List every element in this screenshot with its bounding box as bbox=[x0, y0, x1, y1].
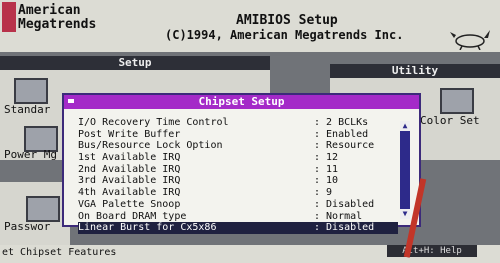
setting-row[interactable]: 1st Available IRQ : 12 bbox=[78, 152, 398, 164]
status-text: et Chipset Features bbox=[2, 247, 117, 258]
standard-setup-icon[interactable] bbox=[14, 78, 48, 104]
setting-value[interactable]: : 12 bbox=[314, 152, 338, 164]
setting-row[interactable]: I/O Recovery Time Control : 2 BCLKs bbox=[78, 117, 398, 129]
color-set-label[interactable]: Color Set bbox=[420, 114, 480, 127]
utility-panel-title: Utility bbox=[330, 64, 500, 78]
setting-row[interactable]: Post Write Buffer : Enabled bbox=[78, 129, 398, 141]
security-panel: Passwor bbox=[0, 182, 70, 246]
dialog-title: Chipset Setup bbox=[198, 95, 285, 108]
setting-row[interactable]: Linear Burst for Cx5x86 : Disabled bbox=[78, 222, 398, 234]
setting-value[interactable]: : Normal bbox=[314, 211, 362, 223]
setting-row[interactable]: 3rd Available IRQ : 10 bbox=[78, 175, 398, 187]
setting-label: VGA Palette Snoop bbox=[78, 198, 181, 210]
setup-panel-title: Setup bbox=[0, 56, 270, 70]
setting-label: Bus/Resource Lock Option bbox=[78, 140, 223, 152]
scroll-up-icon[interactable]: ▲ bbox=[400, 121, 410, 131]
dialog-title-bar: Chipset Setup bbox=[64, 95, 419, 109]
setting-label: 3rd Available IRQ bbox=[78, 175, 181, 187]
setting-value[interactable]: : Disabled bbox=[314, 222, 374, 234]
brand-line1: American bbox=[18, 3, 81, 18]
color-set-icon[interactable] bbox=[440, 88, 474, 114]
chipset-setup-dialog: Chipset Setup I/O Recovery Time Control:… bbox=[62, 93, 421, 234]
brand-line2: Megatrends bbox=[18, 17, 97, 32]
ami-logo-icon bbox=[2, 2, 16, 32]
scroll-down-icon[interactable]: ▼ bbox=[400, 209, 410, 219]
setting-label: 1st Available IRQ bbox=[78, 152, 181, 164]
setting-row[interactable]: 4th Available IRQ : 9 bbox=[78, 187, 398, 199]
setting-row[interactable]: 2nd Available IRQ : 11 bbox=[78, 164, 398, 176]
setting-label: 4th Available IRQ bbox=[78, 187, 181, 199]
copyright-text: (C)1994, American Megatrends Inc. bbox=[165, 28, 404, 42]
setting-row[interactable]: On Board DRAM type : Normal bbox=[78, 211, 398, 223]
setting-value[interactable]: : 10 bbox=[314, 175, 338, 187]
setting-label: Post Write Buffer bbox=[78, 128, 181, 140]
setting-value[interactable]: : 11 bbox=[314, 164, 338, 176]
close-icon[interactable] bbox=[68, 99, 74, 103]
standard-setup-label[interactable]: Standar bbox=[4, 103, 50, 116]
settings-list: I/O Recovery Time Control: 2 BCLKs Post W… bbox=[78, 117, 398, 234]
help-hint: Alt+H: Help bbox=[387, 245, 477, 257]
setting-label: 2nd Available IRQ bbox=[78, 163, 181, 175]
power-management-label[interactable]: Power Mg bbox=[4, 148, 57, 161]
dinosaur-logo-icon bbox=[450, 30, 490, 50]
setting-value[interactable]: : Disabled bbox=[314, 199, 374, 211]
setting-label: Linear Burst for Cx5x86 bbox=[78, 222, 217, 234]
setting-row[interactable]: VGA Palette Snoop : Disabled bbox=[78, 199, 398, 211]
setting-value[interactable]: : 9 bbox=[314, 187, 332, 199]
setting-value[interactable]: : 2 BCLKs bbox=[314, 117, 368, 129]
app-title: AMIBIOS Setup bbox=[236, 13, 338, 28]
setting-row[interactable]: Bus/Resource Lock Option : Resource bbox=[78, 140, 398, 152]
setting-label: I/O Recovery Time Control bbox=[78, 117, 229, 128]
scrollbar[interactable]: ▲ ▼ bbox=[400, 121, 410, 219]
password-label[interactable]: Passwor bbox=[4, 220, 50, 233]
password-icon[interactable] bbox=[26, 196, 60, 222]
setting-value[interactable]: : Resource bbox=[314, 140, 374, 152]
setting-label: On Board DRAM type bbox=[78, 210, 187, 222]
setting-value[interactable]: : Enabled bbox=[314, 129, 368, 141]
title-bar: American Megatrends AMIBIOS Setup (C)199… bbox=[0, 0, 500, 52]
